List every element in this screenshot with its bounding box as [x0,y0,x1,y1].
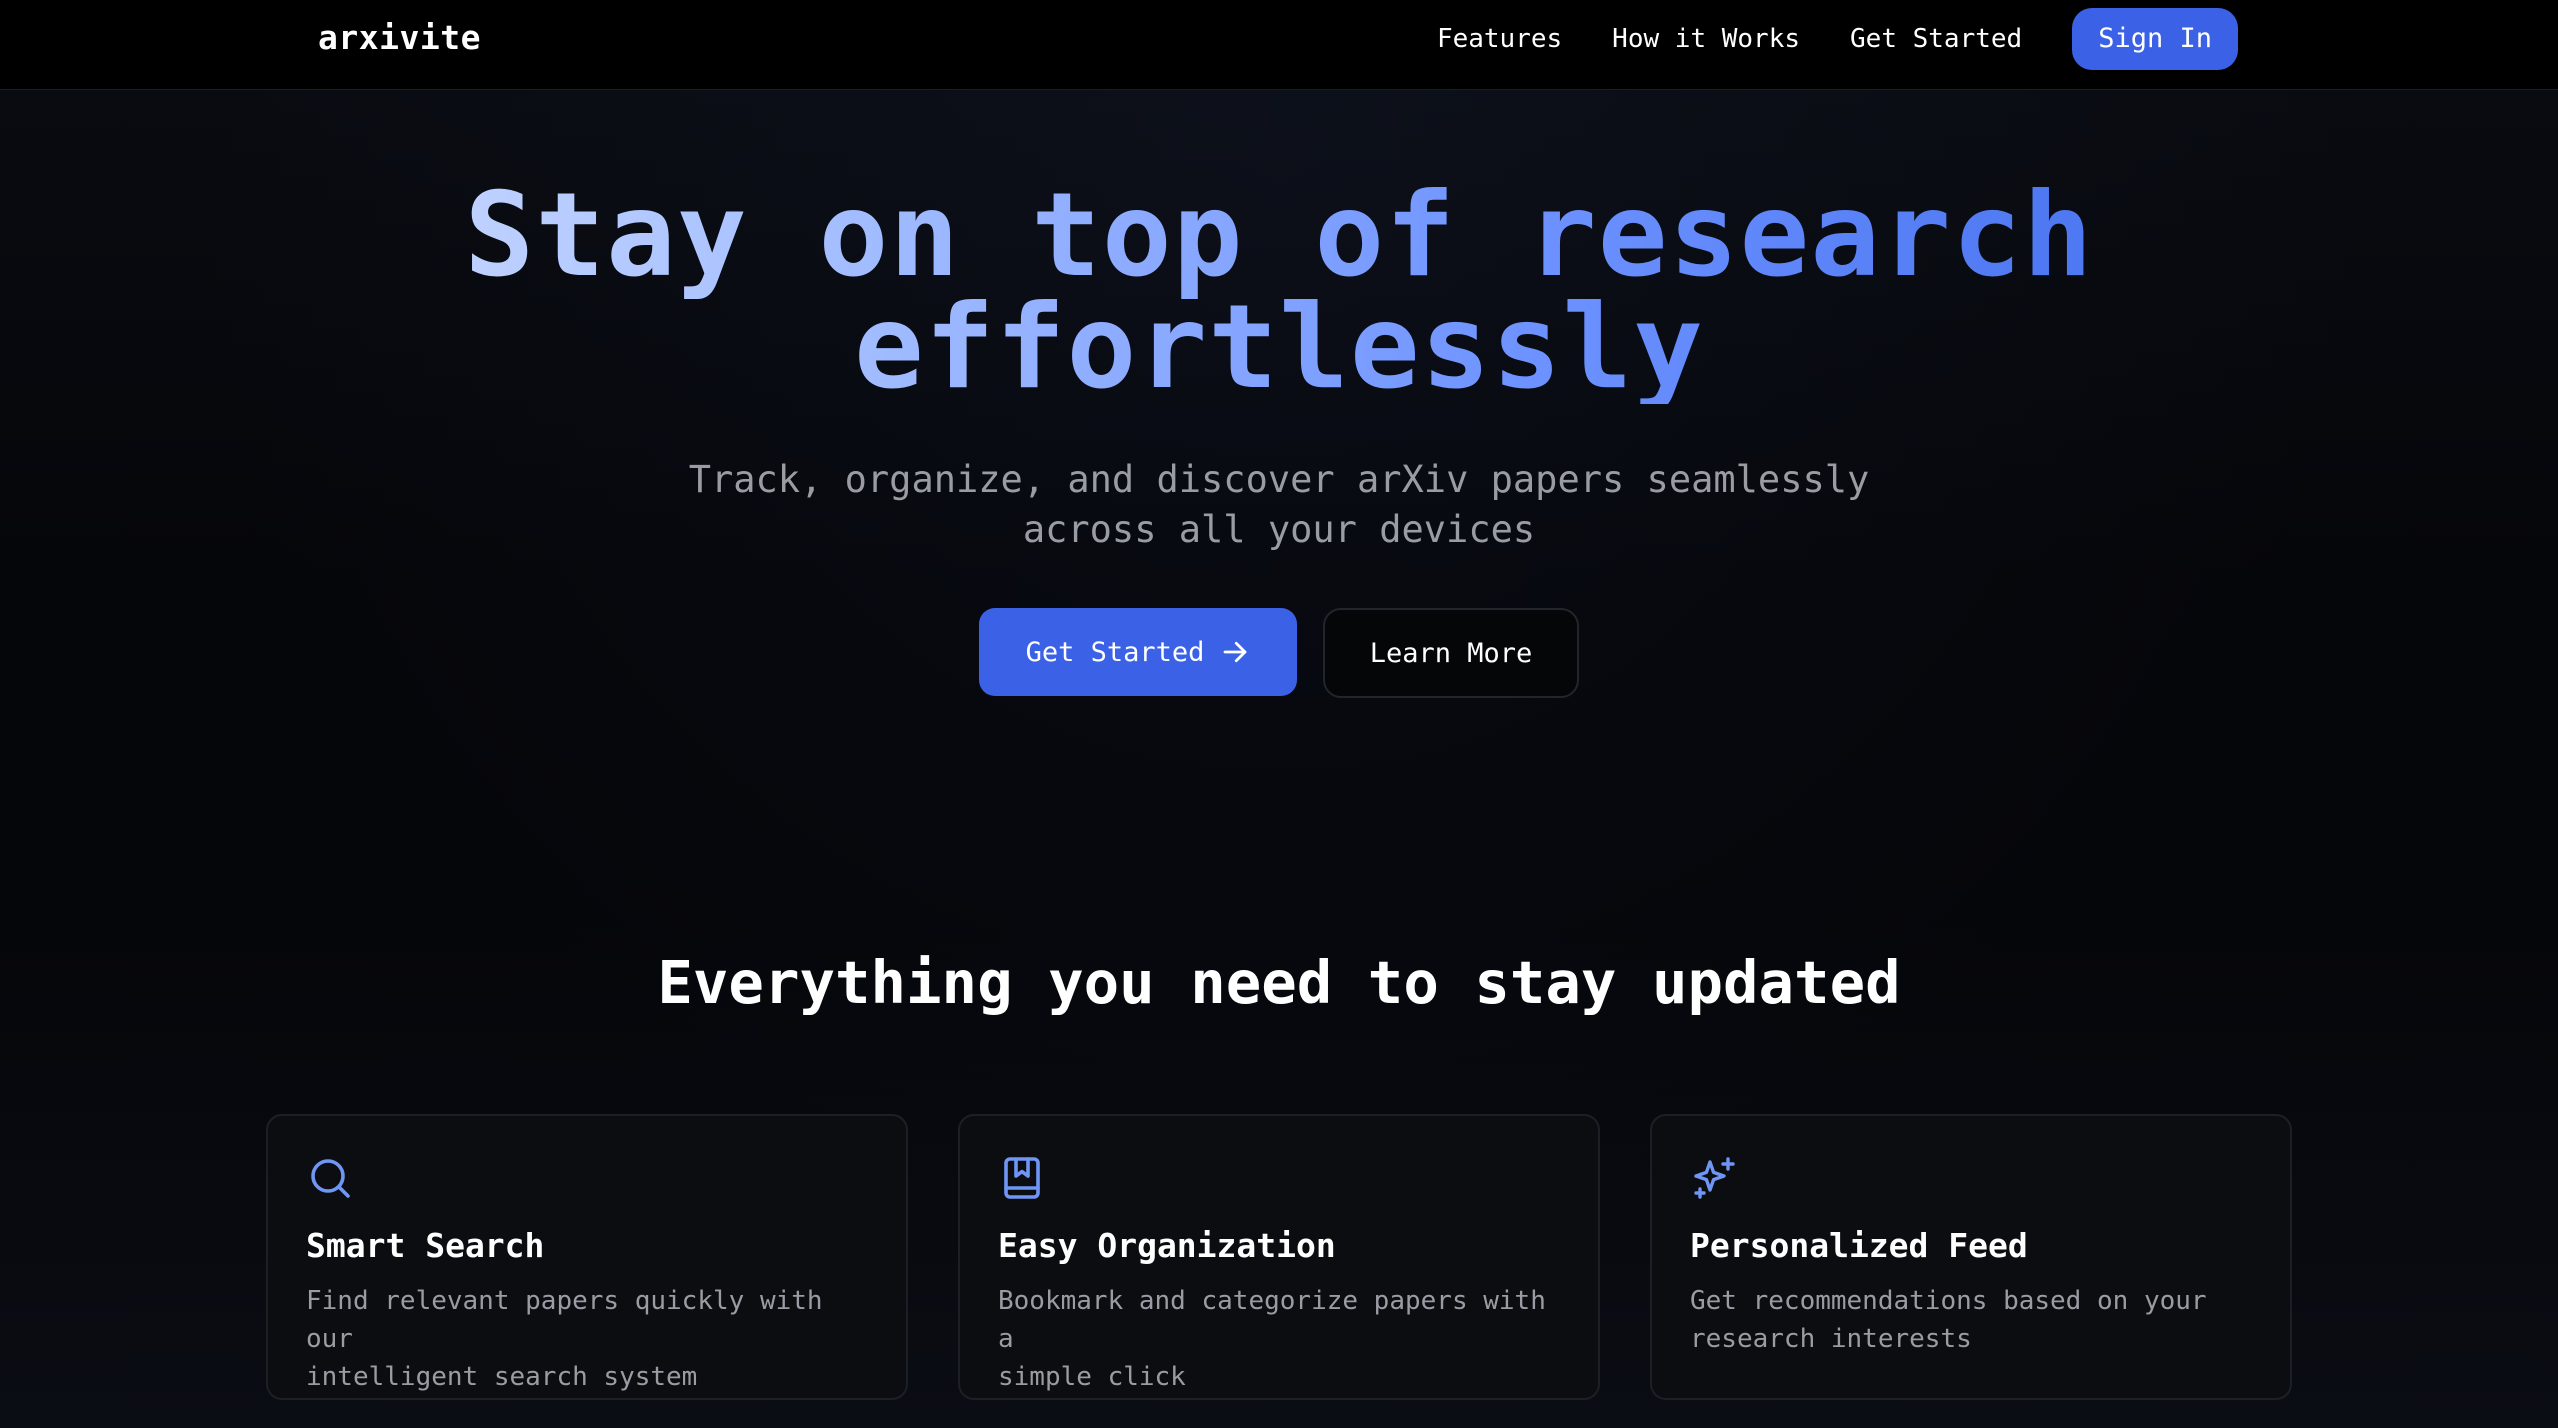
feature-card-title: Smart Search [306,1226,545,1265]
bookmark-book-icon [1004,1157,1040,1199]
hero-subtitle-line-1: Track, organize, and discover arXiv pape… [688,458,1870,501]
hero-title: Stay on top of research effortlessly [0,180,2558,404]
feature-card-description-line: intelligent search system [306,1362,698,1392]
sparkles-icon [1694,1157,1735,1199]
feature-card-title: Easy Organization [998,1226,1336,1265]
nav-link-get-started[interactable]: Get Started [1850,24,2022,54]
feature-card-description-line: Find relevant papers quickly with our [306,1286,823,1354]
feature-card-description: Find relevant papers quickly with our in… [306,1282,868,1396]
feature-card-description-line: simple click [998,1362,1186,1392]
get-started-label: Get Started [1025,636,1205,668]
arrow-right-icon [1224,641,1247,663]
feature-card-smart-search: Smart Search Find relevant papers quickl… [266,1114,908,1400]
nav-links: Features How it Works Get Started Sign I… [1437,7,2238,71]
get-started-button[interactable]: Get Started [979,608,1297,696]
nav-link-features[interactable]: Features [1437,24,1562,54]
feature-card-easy-organization: Easy Organization Bookmark and categoriz… [958,1114,1600,1400]
features-title: Everything you need to stay updated [657,948,1901,1017]
feature-cards: Smart Search Find relevant papers quickl… [266,1114,2292,1400]
landing-page: arxivite Features How it Works Get Start… [0,0,2558,1428]
learn-more-button[interactable]: Learn More [1323,608,1579,698]
feature-card-description-line: research interests [1690,1324,1972,1354]
hero-cta-row: Get Started Learn More [0,608,2558,698]
nav-link-how-it-works[interactable]: How it Works [1612,24,1800,54]
feature-card-description: Bookmark and categorize papers with a si… [998,1282,1560,1396]
top-nav: arxivite Features How it Works Get Start… [0,0,2558,90]
feature-card-description-line: Get recommendations based on your [1690,1286,2207,1316]
hero-subtitle: Track, organize, and discover arXiv pape… [0,455,2558,555]
feature-card-personalized-feed: Personalized Feed Get recommendations ba… [1650,1114,2292,1400]
hero-title-line-2: effortlessly [853,280,1705,415]
feature-card-description: Get recommendations based on your resear… [1690,1282,2252,1358]
feature-card-title: Personalized Feed [1690,1226,2028,1265]
hero-subtitle-line-2: across all your devices [1022,508,1536,551]
hero-title-line-1: Stay on top of research [464,168,2094,303]
sign-in-button[interactable]: Sign In [2072,8,2238,70]
logo[interactable]: arxivite [318,18,481,57]
search-icon [311,1159,350,1198]
feature-card-description-line: Bookmark and categorize papers with a [998,1286,1546,1354]
